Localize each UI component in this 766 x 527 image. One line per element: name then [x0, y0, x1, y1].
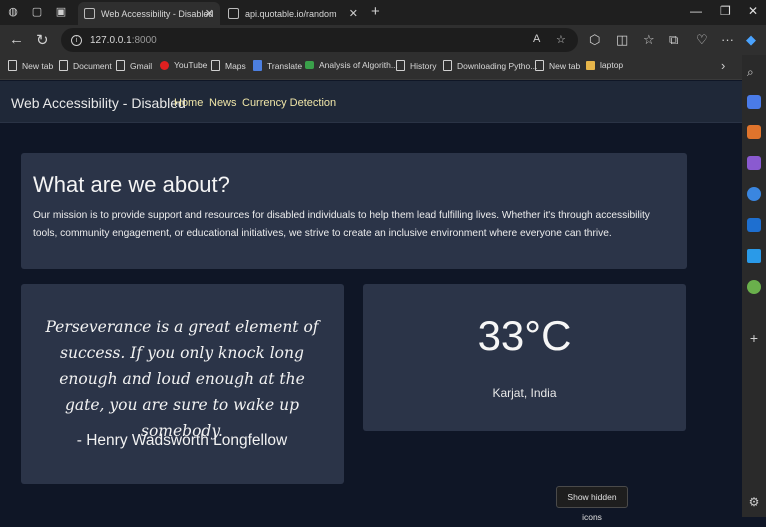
- site-brand[interactable]: Web Accessibility - Disabled: [11, 95, 186, 111]
- bookmark-translate[interactable]: Translate: [253, 60, 302, 71]
- page-icon: [396, 60, 405, 71]
- close-tab-icon[interactable]: ✕: [349, 7, 358, 20]
- weather-card: 33°C Karjat, India: [363, 284, 686, 431]
- tab-title: api.quotable.io/random: [245, 8, 337, 19]
- bookmark-maps[interactable]: Maps: [211, 60, 246, 71]
- bookmark-new-tab[interactable]: New tab: [8, 60, 53, 71]
- bookmark-new-tab-2[interactable]: New tab: [535, 60, 580, 71]
- page-icon: [8, 60, 17, 71]
- temperature-value: 33°C: [477, 312, 572, 359]
- page-icon: [116, 60, 125, 71]
- translate-icon: [253, 60, 262, 71]
- search-icon[interactable]: ⌕: [747, 65, 761, 79]
- bookmarks-bar: New tab Document Gmail YouTube Maps Tran…: [0, 55, 742, 80]
- folder-icon: [586, 60, 595, 70]
- page-icon: [59, 60, 68, 71]
- close-window-icon[interactable]: ✕: [748, 4, 758, 18]
- web-page: Web Accessibility - Disabled Home News C…: [0, 81, 742, 517]
- tab-title: Web Accessibility - Disabled: [101, 8, 214, 19]
- close-tab-icon[interactable]: ✕: [205, 7, 214, 20]
- quote-author: - Henry Wadsworth Longfellow: [76, 432, 288, 449]
- url-host: 127.0.0.1: [90, 34, 132, 46]
- nav-link-news[interactable]: News: [209, 97, 237, 109]
- page-favicon-icon: [84, 8, 95, 19]
- split-screen-icon[interactable]: ◫: [616, 32, 628, 48]
- bookmark-history[interactable]: History: [396, 60, 436, 71]
- games-icon[interactable]: [747, 156, 761, 170]
- profile-icon[interactable]: ◍: [5, 4, 21, 20]
- site-navbar: Web Accessibility - Disabled Home News C…: [0, 81, 742, 123]
- about-description: Our mission is to provide support and re…: [33, 210, 650, 239]
- shopping-tag-icon[interactable]: [747, 95, 761, 109]
- tab-actions-icon[interactable]: ▣: [53, 4, 69, 20]
- page-icon: [443, 60, 452, 71]
- quote-card: Perseverance is a great element of succe…: [21, 284, 344, 484]
- back-icon[interactable]: ←: [9, 31, 24, 48]
- page-favicon-icon: [228, 8, 239, 19]
- tab-web-accessibility[interactable]: Web Accessibility - Disabled ✕: [78, 2, 220, 25]
- tree-icon[interactable]: [747, 280, 761, 294]
- minimize-icon[interactable]: —: [690, 4, 702, 18]
- bookmark-gmail[interactable]: Gmail: [116, 60, 152, 71]
- read-aloud-icon[interactable]: A: [533, 33, 540, 45]
- copilot-icon[interactable]: ◆: [746, 32, 756, 48]
- send-icon[interactable]: [747, 249, 761, 263]
- workspaces-icon[interactable]: ▢: [29, 4, 45, 20]
- weather-location: Karjat, India: [492, 386, 557, 400]
- chevron-right-icon[interactable]: ›: [721, 58, 725, 73]
- tab-quotable-api[interactable]: api.quotable.io/random ✕: [222, 2, 364, 25]
- aa-icon: [305, 61, 314, 69]
- nav-link-currency-detection[interactable]: Currency Detection: [242, 97, 336, 109]
- edge-sidebar: ⌕ + ⚙: [742, 55, 766, 517]
- tools-briefcase-icon[interactable]: [747, 125, 761, 139]
- bookmark-laptop-folder[interactable]: laptop: [586, 60, 623, 70]
- address-bar[interactable]: i 127.0.0.1:8000 A ☆: [61, 28, 578, 52]
- page-icon: [535, 60, 544, 71]
- page-icon: [211, 60, 220, 71]
- nav-link-home[interactable]: Home: [174, 97, 203, 109]
- bookmark-analysis-of-algorithms[interactable]: Analysis of Algorith...: [305, 60, 398, 70]
- browser-essentials-icon[interactable]: ♡: [696, 32, 708, 48]
- address-toolbar: ← ↻ i 127.0.0.1:8000 A ☆ ⬡ ◫ ☆ ⧉ ♡ ··· ◆: [0, 25, 766, 55]
- bookmark-document[interactable]: Document: [59, 60, 112, 71]
- url-port: :8000: [131, 34, 157, 46]
- favorites-icon[interactable]: ☆: [643, 32, 655, 48]
- about-heading: What are we about?: [33, 172, 230, 197]
- collections-icon[interactable]: ⧉: [669, 32, 678, 48]
- new-tab-button[interactable]: +: [371, 3, 380, 20]
- bookmark-youtube[interactable]: YouTube: [160, 60, 207, 70]
- bookmark-downloading-python[interactable]: Downloading Pytho...: [443, 60, 537, 71]
- refresh-icon[interactable]: ↻: [36, 31, 49, 49]
- more-menu-icon[interactable]: ···: [721, 32, 734, 47]
- favorite-star-icon[interactable]: ☆: [556, 33, 566, 46]
- copilot-app-icon[interactable]: [747, 187, 761, 201]
- about-card: What are we about? Our mission is to pro…: [21, 153, 687, 269]
- youtube-icon: [160, 60, 169, 70]
- settings-gear-icon[interactable]: ⚙: [747, 495, 761, 509]
- quote-text: Perseverance is a great element of succe…: [45, 318, 319, 440]
- browser-tab-bar: ◍ ▢ ▣ Web Accessibility - Disabled ✕ api…: [0, 0, 766, 25]
- show-hidden-icons-tooltip: Show hidden icons: [556, 486, 628, 522]
- restore-icon[interactable]: ❐: [720, 4, 731, 18]
- outlook-icon[interactable]: [747, 218, 761, 232]
- add-icon[interactable]: +: [747, 330, 761, 346]
- extension-icon[interactable]: ⬡: [589, 32, 600, 48]
- site-info-icon[interactable]: i: [71, 34, 82, 46]
